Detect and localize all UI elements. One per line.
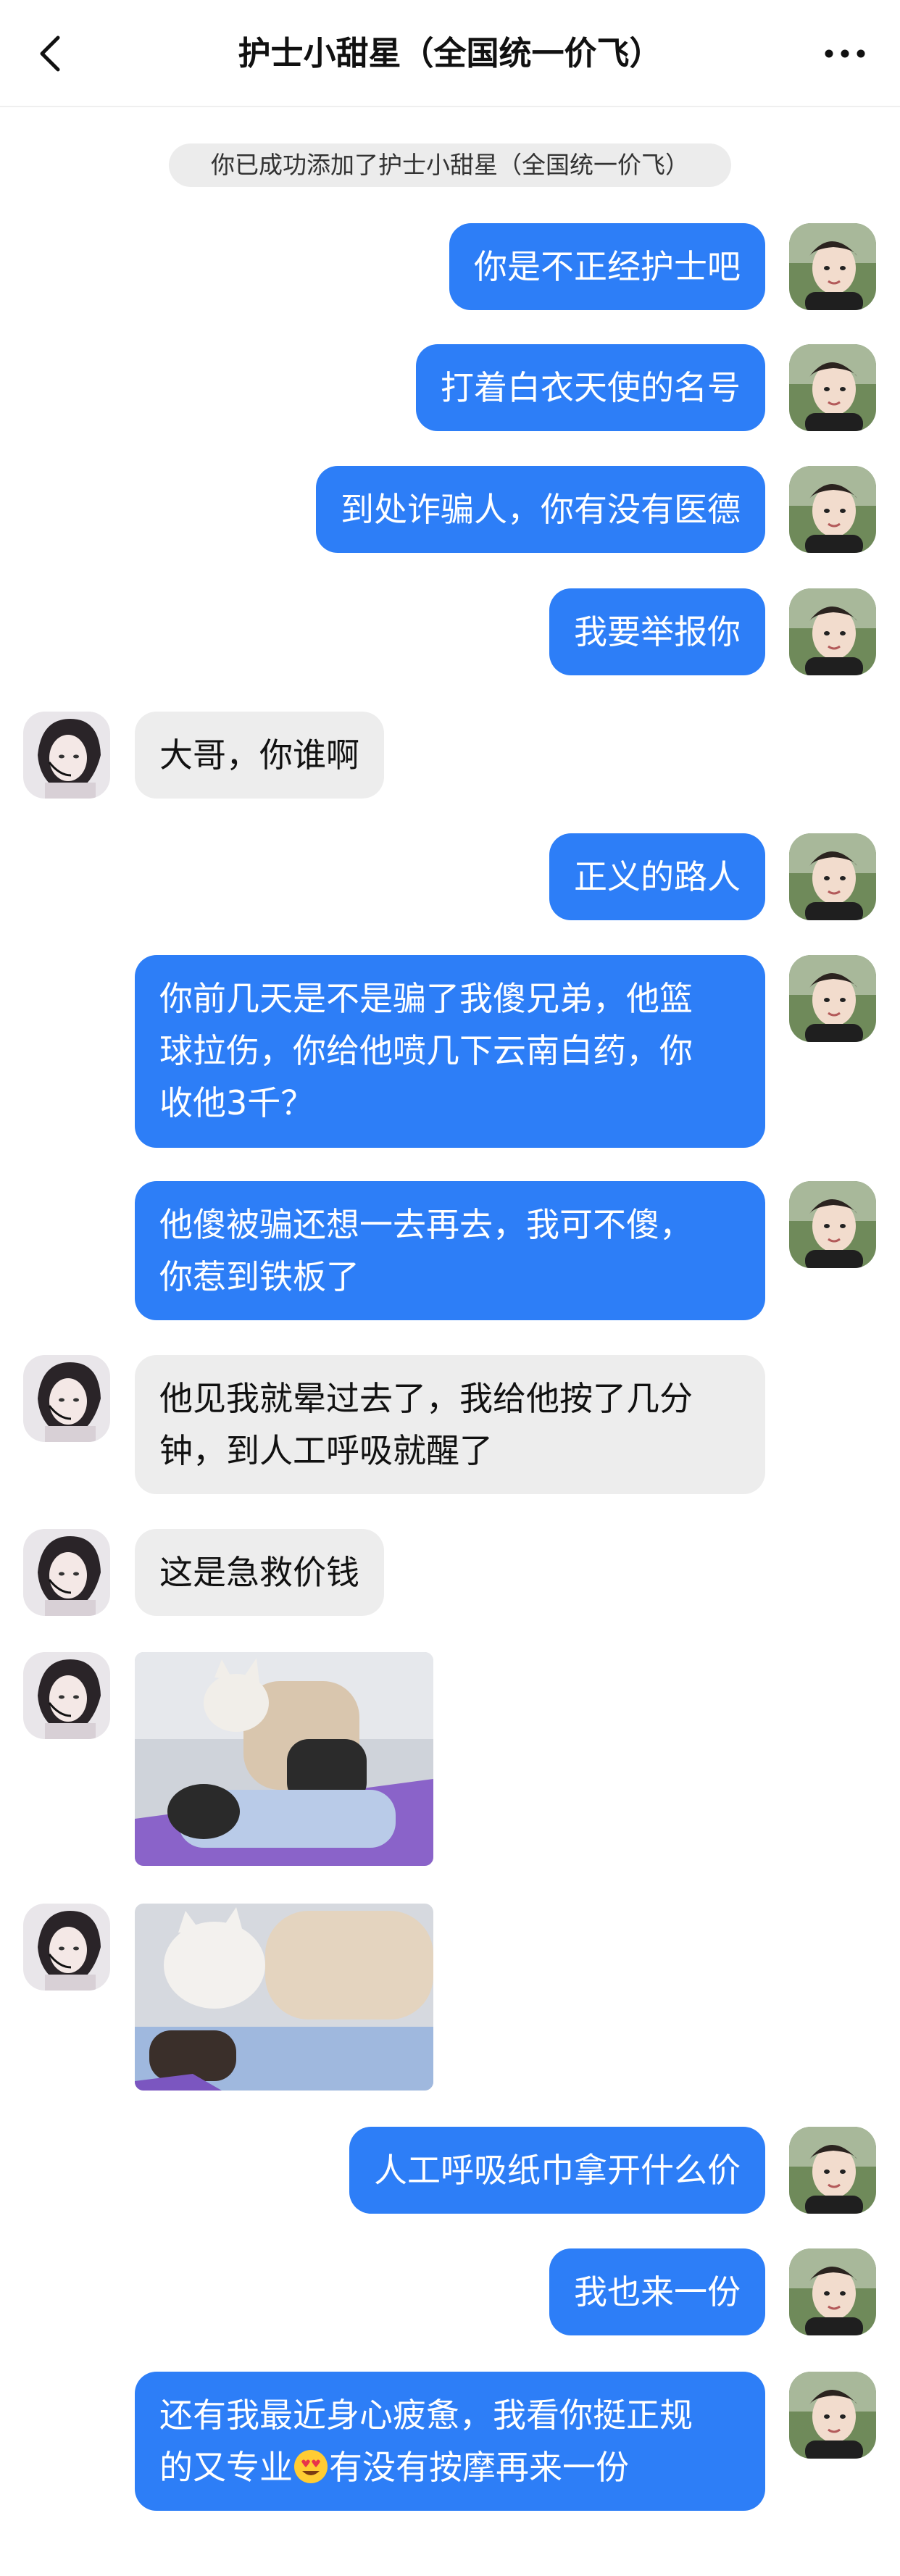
my-avatar[interactable]: [789, 1181, 876, 1268]
my-avatar[interactable]: [789, 223, 876, 310]
avatar-photo: [789, 223, 876, 310]
message-bubble-sent[interactable]: 正义的路人: [549, 833, 765, 920]
image-message[interactable]: [135, 1904, 433, 2091]
message-bubble-sent[interactable]: 到处诈骗人，你有没有医德: [316, 466, 765, 553]
contact-avatar[interactable]: [23, 712, 110, 799]
avatar-photo: [23, 1652, 110, 1739]
message-text: 到处诈骗人，你有没有医德: [341, 490, 741, 529]
message-text-line: 他傻被骗还想一去再去，我可不傻，: [159, 1205, 693, 1244]
message-bubble-received[interactable]: 他见我就晕过去了，我给他按了几分 钟，到人工呼吸就醒了: [135, 1355, 765, 1494]
avatar-photo: [789, 588, 876, 675]
message-bubble-sent[interactable]: 还有我最近身心疲惫，我看你挺正规 的又专业 有没有按摩再来一份: [135, 2372, 765, 2511]
message-bubble-sent[interactable]: 人工呼吸纸巾拿开什么价: [349, 2127, 765, 2214]
back-button[interactable]: [29, 32, 72, 75]
image-message[interactable]: [135, 1652, 433, 1866]
avatar-photo: [789, 2127, 876, 2214]
message-bubble-received[interactable]: 大哥，你谁啊: [135, 712, 384, 799]
my-avatar[interactable]: [789, 955, 876, 1042]
my-avatar[interactable]: [789, 466, 876, 553]
avatar-photo: [23, 1904, 110, 1991]
message-text: 我要举报你: [574, 612, 741, 651]
message-bubble-sent[interactable]: 你是不正经护士吧: [449, 223, 765, 310]
photo-thumbnail: [135, 1652, 433, 1866]
message-text-line: 还有我最近身心疲惫，我看你挺正规: [159, 2396, 693, 2435]
avatar-photo: [789, 466, 876, 553]
avatar-photo: [23, 1355, 110, 1442]
message-text: 人工呼吸纸巾拿开什么价: [374, 2151, 741, 2190]
message-text: 正义的路人: [574, 857, 741, 896]
my-avatar[interactable]: [789, 588, 876, 675]
chevron-left-icon: [40, 36, 60, 72]
message-text: 大哥，你谁啊: [159, 735, 359, 775]
message-text-line: 他见我就晕过去了，我给他按了几分: [159, 1379, 693, 1418]
heart-eyes-emoji-icon: [294, 2450, 328, 2483]
message-text: 这是急救价钱: [159, 1553, 359, 1592]
message-bubble-sent[interactable]: 我也来一份: [549, 2248, 765, 2335]
message-text-line: 你惹到铁板了: [159, 1257, 359, 1296]
my-avatar[interactable]: [789, 833, 876, 920]
message-bubble-sent[interactable]: 打着白衣天使的名号: [416, 344, 765, 431]
message-text-segment: 的又专业: [159, 2448, 293, 2487]
avatar-photo: [789, 833, 876, 920]
contact-avatar[interactable]: [23, 1652, 110, 1739]
chat-title: 护士小甜星（全国统一价飞）: [238, 34, 662, 72]
photo-thumbnail: [135, 1904, 433, 2091]
my-avatar[interactable]: [789, 344, 876, 431]
message-bubble-sent[interactable]: 你前几天是不是骗了我傻兄弟，他篮 球拉伤，你给他喷几下云南白药，你 收他3千？: [135, 955, 765, 1148]
message-text-line: 收他3千？: [159, 1083, 314, 1122]
avatar-photo: [23, 1529, 110, 1616]
avatar-photo: [23, 712, 110, 799]
message-text-line: 的又专业 有没有按摩再来一份: [159, 2441, 741, 2493]
avatar-photo: [789, 344, 876, 431]
avatar-photo: [789, 2248, 876, 2335]
chat-header: 护士小甜星（全国统一价飞）: [0, 0, 900, 107]
message-text-line: 球拉伤，你给他喷几下云南白药，你: [159, 1031, 693, 1070]
message-bubble-sent[interactable]: 他傻被骗还想一去再去，我可不傻， 你惹到铁板了: [135, 1181, 765, 1320]
system-notice: 你已成功添加了护士小甜星（全国统一价飞）: [169, 143, 731, 187]
more-horizontal-icon: [825, 49, 865, 58]
contact-avatar[interactable]: [23, 1529, 110, 1616]
message-bubble-received[interactable]: 这是急救价钱: [135, 1529, 384, 1616]
message-text: 打着白衣天使的名号: [441, 368, 741, 407]
message-text-line: 钟，到人工呼吸就醒了: [159, 1431, 493, 1470]
avatar-photo: [789, 1181, 876, 1268]
my-avatar[interactable]: [789, 2372, 876, 2459]
avatar-photo: [789, 2372, 876, 2459]
avatar-photo: [789, 955, 876, 1042]
contact-avatar[interactable]: [23, 1904, 110, 1991]
message-text: 你是不正经护士吧: [474, 247, 741, 286]
more-button[interactable]: [816, 32, 874, 75]
contact-avatar[interactable]: [23, 1355, 110, 1442]
message-bubble-sent[interactable]: 我要举报你: [549, 588, 765, 675]
message-text: 我也来一份: [574, 2272, 741, 2312]
message-text-segment: 有没有按摩再来一份: [329, 2448, 629, 2487]
my-avatar[interactable]: [789, 2248, 876, 2335]
my-avatar[interactable]: [789, 2127, 876, 2214]
message-text-line: 你前几天是不是骗了我傻兄弟，他篮: [159, 979, 693, 1018]
